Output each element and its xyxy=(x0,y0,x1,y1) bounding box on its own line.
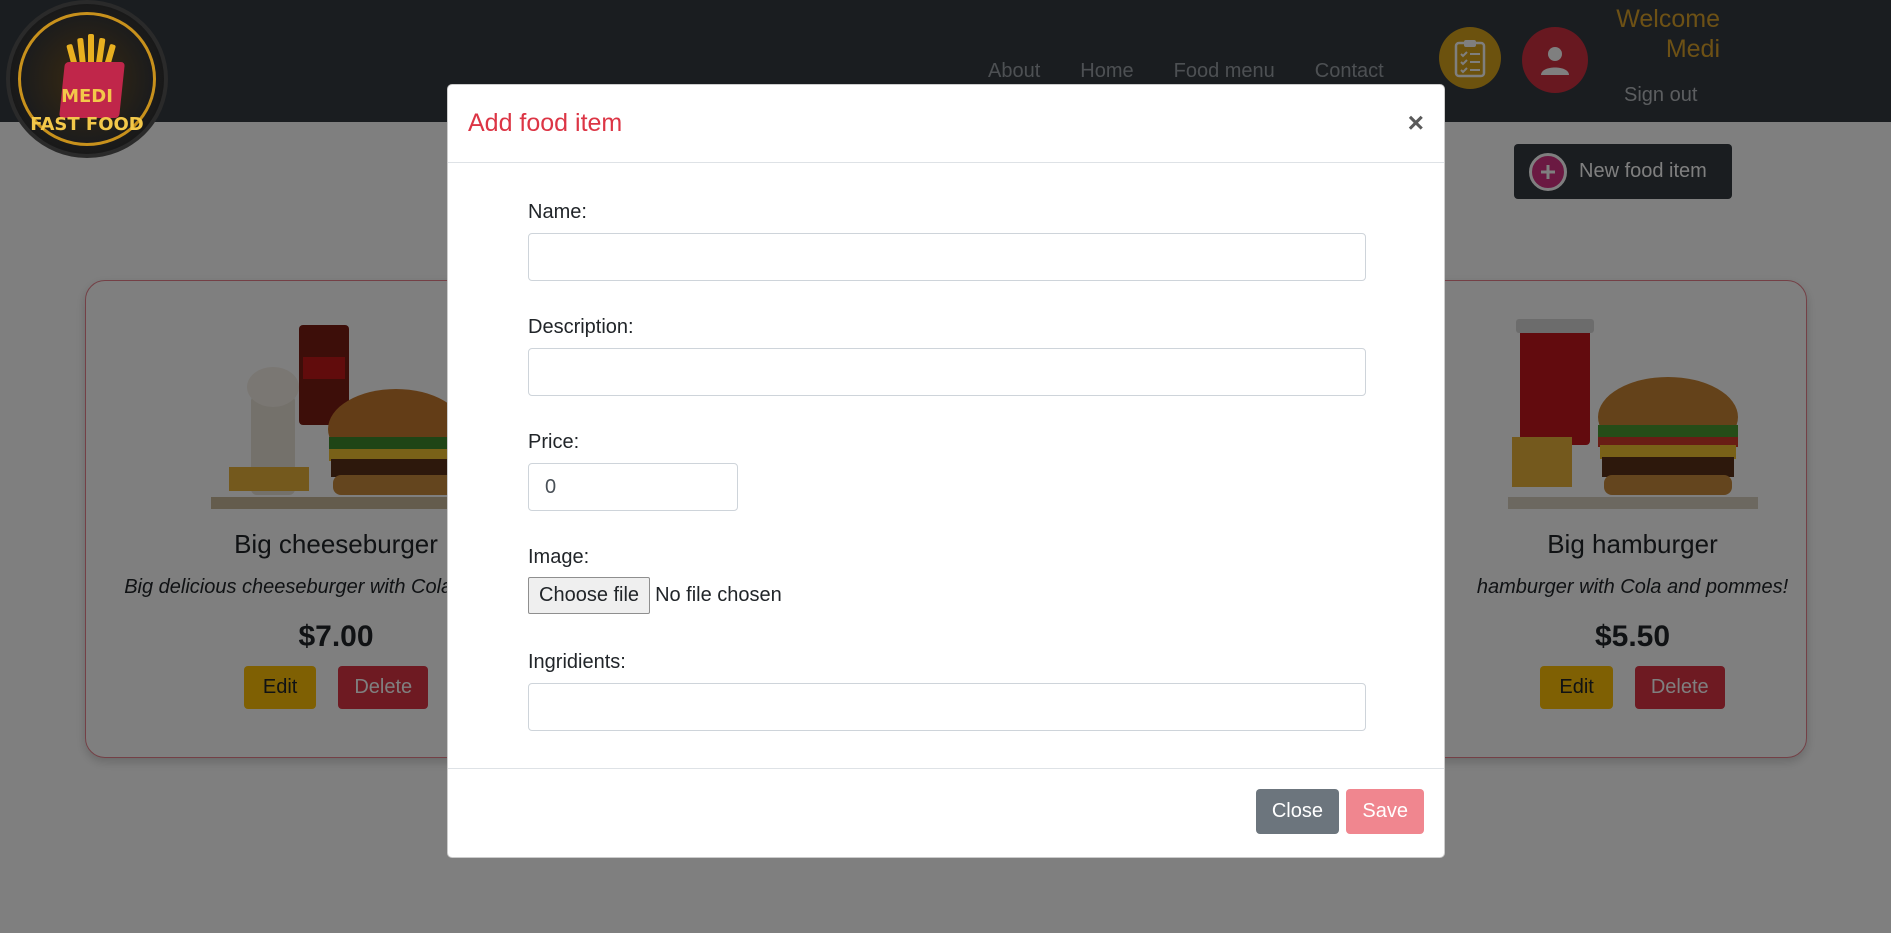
description-field[interactable] xyxy=(528,348,1366,396)
price-field[interactable] xyxy=(528,463,738,511)
logo-text-fast-food: FAST FOOD xyxy=(30,114,144,135)
file-status-text: No file chosen xyxy=(655,584,782,606)
image-file-picker: Choose file No file chosen xyxy=(528,577,782,614)
ingredients-label: Ingridients: xyxy=(528,651,626,673)
description-label: Description: xyxy=(528,316,634,338)
ingredients-field[interactable] xyxy=(528,683,1366,731)
price-label: Price: xyxy=(528,431,580,453)
image-label: Image: xyxy=(528,546,590,568)
close-button[interactable]: Close xyxy=(1255,789,1339,834)
logo-text-medi: MEDI xyxy=(61,86,113,107)
brand-logo[interactable]: MEDI FAST FOOD xyxy=(6,0,168,158)
close-icon[interactable]: × xyxy=(1408,107,1424,139)
modal-body: Name: Description: Price: Image: Choose … xyxy=(448,163,1444,768)
name-field[interactable] xyxy=(528,233,1366,281)
modal-header: Add food item × xyxy=(448,85,1444,163)
add-food-item-modal: Add food item × Name: Description: Price… xyxy=(447,84,1445,858)
save-button[interactable]: Save xyxy=(1346,789,1424,834)
modal-footer: Close Save xyxy=(448,768,1444,858)
name-label: Name: xyxy=(528,201,587,223)
modal-title: Add food item xyxy=(468,109,623,137)
choose-file-button[interactable]: Choose file xyxy=(528,577,651,614)
